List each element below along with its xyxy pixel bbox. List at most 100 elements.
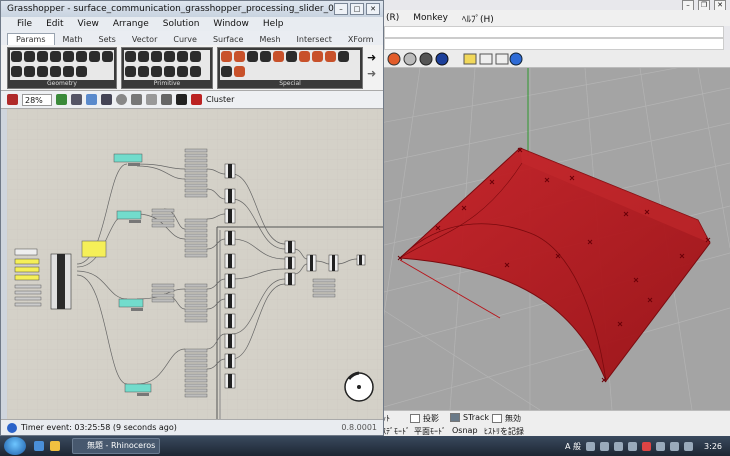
component-icon[interactable] [190, 51, 201, 62]
component-icon[interactable] [151, 51, 162, 62]
component-icon[interactable] [164, 51, 175, 62]
preview-icon[interactable] [116, 94, 127, 105]
component-icon[interactable] [247, 51, 258, 62]
rendered-tool-icon[interactable] [435, 52, 449, 66]
menu-help[interactable]: Help [263, 19, 284, 29]
component-icon[interactable] [234, 51, 245, 62]
network-icon[interactable] [670, 441, 680, 451]
component-icon[interactable] [76, 51, 87, 62]
component-icon[interactable] [164, 66, 175, 77]
component-icon[interactable] [190, 66, 201, 77]
component-icon[interactable] [125, 66, 136, 77]
component-icon[interactable] [102, 51, 113, 62]
geometry-icons[interactable] [10, 50, 114, 80]
tray-icon[interactable] [600, 441, 610, 451]
component-icon[interactable] [24, 51, 35, 62]
component-icon[interactable] [177, 51, 188, 62]
tab-math[interactable]: Math [55, 34, 91, 45]
ribbon-arrow-icon[interactable]: ➜ [367, 67, 376, 80]
help-tool-icon[interactable] [509, 52, 523, 66]
perspective-viewport[interactable] [380, 68, 730, 410]
quicklaunch-icon[interactable] [34, 441, 44, 451]
component-icon[interactable] [24, 66, 35, 77]
checkbox-icon[interactable] [450, 413, 460, 422]
component-icon[interactable] [76, 66, 87, 77]
tab-params[interactable]: Params [7, 33, 55, 45]
component-column[interactable] [224, 163, 236, 389]
zoom-field[interactable]: 28% [22, 93, 52, 106]
component-icon[interactable] [63, 66, 74, 77]
ime-indicator[interactable]: A 般 [565, 441, 581, 452]
bake-icon[interactable] [161, 94, 172, 105]
tray-icon[interactable] [656, 441, 666, 451]
play-icon[interactable] [176, 94, 187, 105]
maximize-icon[interactable]: □ [350, 3, 364, 15]
tray-icon[interactable] [586, 441, 596, 451]
nurbs-surface[interactable] [398, 147, 711, 383]
component-icon[interactable] [37, 66, 48, 77]
status-toggle-disable[interactable]: 無効 [492, 413, 521, 424]
menu-window[interactable]: Window [213, 19, 249, 29]
tab-vector[interactable]: Vector [124, 34, 166, 45]
zoom-icon[interactable] [56, 94, 67, 105]
tray-icon[interactable] [628, 441, 638, 451]
select-icon[interactable] [71, 94, 82, 105]
tab-curve[interactable]: Curve [165, 34, 205, 45]
tab-intersect[interactable]: Intersect [289, 34, 340, 45]
definition-canvas[interactable] [7, 109, 383, 419]
lock-tool-icon[interactable] [479, 53, 493, 65]
open-file-icon[interactable] [7, 94, 18, 105]
component-icon[interactable] [138, 51, 149, 62]
taskbar-rhino-button[interactable]: 無題 - Rhinoceros ... [72, 438, 160, 456]
component-icon[interactable] [325, 51, 336, 62]
component-icon[interactable] [89, 51, 100, 62]
status-toggle-project[interactable]: 投影 [410, 413, 439, 424]
component-icon[interactable] [221, 66, 232, 77]
primitive-icons[interactable] [124, 50, 210, 80]
component-icon[interactable] [299, 51, 310, 62]
quicklaunch-icon[interactable] [50, 441, 60, 451]
navigation-compass-icon[interactable] [344, 371, 374, 402]
component-icon[interactable] [260, 51, 271, 62]
wire-icon[interactable] [131, 94, 142, 105]
minimize-icon[interactable]: – [334, 3, 348, 15]
menu-view[interactable]: View [78, 19, 99, 29]
eye-icon[interactable] [101, 94, 112, 105]
menu-file[interactable]: File [17, 19, 32, 29]
start-button-icon[interactable] [4, 437, 26, 455]
rhino-menu-help[interactable]: ﾍﾙﾌﾟ(H) [462, 12, 494, 25]
misc-tool-icon[interactable] [495, 53, 509, 65]
tab-sets[interactable]: Sets [91, 34, 124, 45]
component-icon[interactable] [286, 51, 297, 62]
render-tool-icon[interactable] [387, 52, 401, 66]
tab-mesh[interactable]: Mesh [251, 34, 288, 45]
close-icon[interactable]: ✕ [366, 3, 380, 15]
shade-icon[interactable] [146, 94, 157, 105]
component-icon[interactable] [50, 51, 61, 62]
status-toggle-strack[interactable]: STrack [450, 413, 489, 422]
rhino-menu-render[interactable]: (R) [386, 13, 399, 23]
checkbox-icon[interactable] [410, 414, 420, 423]
map-icon[interactable] [86, 94, 97, 105]
component-icon[interactable] [234, 66, 245, 77]
ribbon-arrow-icon[interactable]: ➜ [367, 51, 376, 64]
tray-icon[interactable] [642, 441, 652, 451]
cluster-label[interactable]: Cluster [206, 95, 234, 104]
component-icon[interactable] [273, 51, 284, 62]
menu-solution[interactable]: Solution [163, 19, 200, 29]
component-icon[interactable] [312, 51, 323, 62]
menu-edit[interactable]: Edit [46, 19, 63, 29]
rhino-command-line[interactable] [384, 38, 724, 50]
checkbox-icon[interactable] [492, 414, 502, 423]
shade-tool-icon[interactable] [403, 52, 417, 66]
special-icons[interactable] [220, 50, 360, 80]
status-osnap[interactable]: Osnap [452, 426, 478, 435]
component-icon[interactable] [138, 66, 149, 77]
menu-arrange[interactable]: Arrange [113, 19, 149, 29]
rhino-menu-monkey[interactable]: Monkey [413, 13, 448, 23]
rhino-command-history[interactable] [384, 26, 724, 38]
tab-xform[interactable]: XForm [340, 34, 382, 45]
component-icon[interactable] [338, 51, 349, 62]
light-tool-icon[interactable] [463, 53, 477, 65]
clock[interactable]: 3:26 [704, 442, 722, 451]
